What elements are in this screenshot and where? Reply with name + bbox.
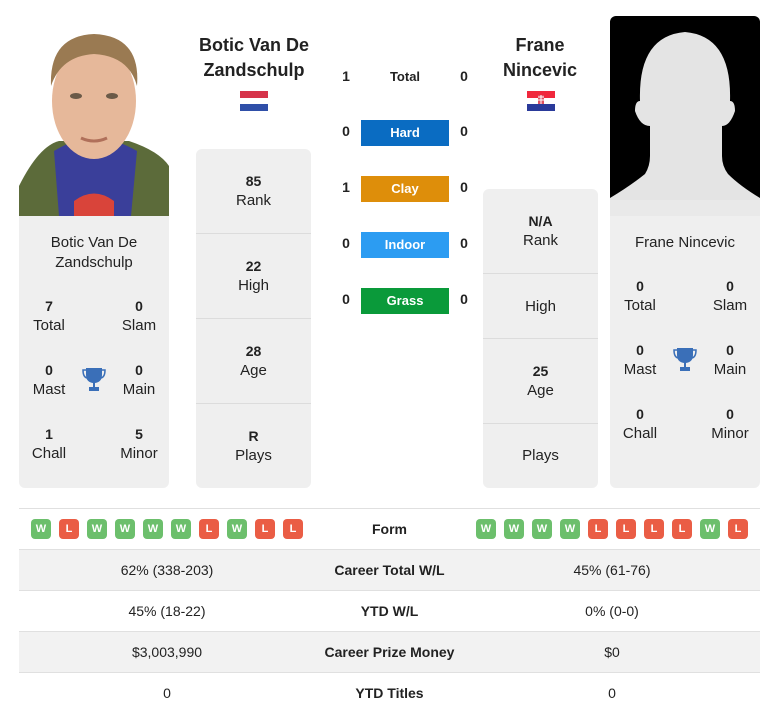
form-win-badge[interactable]: W [532,519,552,539]
form-win-badge[interactable]: W [171,519,191,539]
form-win-badge[interactable]: W [115,519,135,539]
form-win-badge[interactable]: W [504,519,524,539]
player2-card-name: Frane Nincevic [634,234,736,251]
row-label: YTD Titles [355,685,424,701]
form-row: WLWWWWLWLL Form WWWWLLLLWL [19,508,760,549]
player2-photo-placeholder [610,16,760,216]
h2h-indoor-p1: 0 [342,235,350,251]
row-label: Career Total W/L [334,562,445,578]
form-loss-badge[interactable]: L [199,519,219,539]
h2h-clay-p1: 1 [342,179,350,195]
table-row: $3,003,990 Career Prize Money $0 [19,631,760,672]
form-loss-badge[interactable]: L [644,519,664,539]
player1-chall-titles: 1 Chall [31,426,67,462]
player2-titles-card: Frane Nincevic 0 Total 0 Slam 0 Mast 0 M… [610,216,760,488]
player2-name-link[interactable]: Frane Nincevic [480,33,600,83]
row-label: Career Prize Money [324,644,455,660]
trophy-icon [673,347,697,373]
player1-main-titles: 0 Main [122,362,156,398]
player2-chall-titles: 0 Chall [622,406,658,442]
player2-total-titles: 0 Total [624,278,656,314]
player1-ytd-wl: 45% (18-22) [128,603,206,619]
divider [196,403,311,404]
form-win-badge[interactable]: W [560,519,580,539]
form-loss-badge[interactable]: L [672,519,692,539]
h2h-total-p2: 0 [460,68,468,84]
player2-info-box: N/A Rank High 25 Age Plays [483,189,598,488]
h2h-hard-p2: 0 [460,123,468,139]
h2h-hard-p1: 0 [342,123,350,139]
table-row: 62% (338-203) Career Total W/L 45% (61-7… [19,549,760,590]
player1-form-badges: WLWWWWLWLL [31,519,303,539]
h2h-total-p1: 1 [342,68,350,84]
form-loss-badge[interactable]: L [616,519,636,539]
player1-info-box: 85 Rank 22 High 28 Age R Plays [196,149,311,488]
divider [483,423,598,424]
player2-high: High [525,298,556,315]
surface-hard-badge: Hard [361,120,449,146]
h2h-indoor-p2: 0 [460,235,468,251]
divider [196,318,311,319]
form-win-badge[interactable]: W [700,519,720,539]
player2-form-badges: WWWWLLLLWL [476,519,748,539]
player1-minor-titles: 5 Minor [120,426,158,462]
player2-prize-money: $0 [604,644,620,660]
h2h-grass-p1: 0 [342,291,350,307]
form-win-badge[interactable]: W [143,519,163,539]
player1-age: 28 Age [240,343,267,379]
player2-age: 25 Age [527,363,554,399]
divider [483,273,598,274]
player2-mast-titles: 0 Mast [623,342,657,378]
table-row: 45% (18-22) YTD W/L 0% (0-0) [19,590,760,631]
netherlands-flag-icon [240,91,268,111]
divider [483,338,598,339]
form-label: Form [372,521,407,537]
h2h-total-label: Total [389,69,421,84]
divider [196,233,311,234]
player2-ytd-titles: 0 [608,685,616,701]
form-win-badge[interactable]: W [87,519,107,539]
player2-ytd-wl: 0% (0-0) [585,603,639,619]
croatia-flag-icon [527,91,555,111]
player2-minor-titles: 0 Minor [711,406,749,442]
player1-name-link[interactable]: Botic Van De Zandschulp [190,33,318,83]
player2-rank: N/A Rank [522,213,559,249]
player1-titles-card: Botic Van De Zandschulp 7 Total 0 Slam 0… [19,216,169,488]
player1-mast-titles: 0 Mast [32,362,66,398]
row-label: YTD W/L [360,603,419,619]
form-loss-badge[interactable]: L [588,519,608,539]
player1-prize-money: $3,003,990 [131,644,203,660]
surface-indoor-badge: Indoor [361,232,449,258]
player1-slam-titles: 0 Slam [121,298,157,334]
h2h-clay-p2: 0 [460,179,468,195]
form-win-badge[interactable]: W [476,519,496,539]
table-row: 0 YTD Titles 0 [19,672,760,713]
player2-plays: Plays [522,447,559,464]
form-win-badge[interactable]: W [31,519,51,539]
player1-card-name: Botic Van De Zandschulp [50,234,138,271]
surface-clay-badge: Clay [361,176,449,202]
player1-career-wl: 62% (338-203) [120,562,214,578]
player1-high: 22 High [238,258,269,294]
form-loss-badge[interactable]: L [283,519,303,539]
trophy-icon [82,367,106,393]
form-loss-badge[interactable]: L [59,519,79,539]
player2-career-wl: 45% (61-76) [573,562,651,578]
player1-photo [19,16,169,216]
player2-main-titles: 0 Main [713,342,747,378]
player2-slam-titles: 0 Slam [712,278,748,314]
form-loss-badge[interactable]: L [728,519,748,539]
surface-grass-badge: Grass [361,288,449,314]
player1-rank: 85 Rank [235,173,272,209]
h2h-grass-p2: 0 [460,291,468,307]
player1-total-titles: 7 Total [33,298,65,334]
form-win-badge[interactable]: W [227,519,247,539]
player1-plays: R Plays [235,428,272,464]
form-loss-badge[interactable]: L [255,519,275,539]
player1-ytd-titles: 0 [163,685,171,701]
